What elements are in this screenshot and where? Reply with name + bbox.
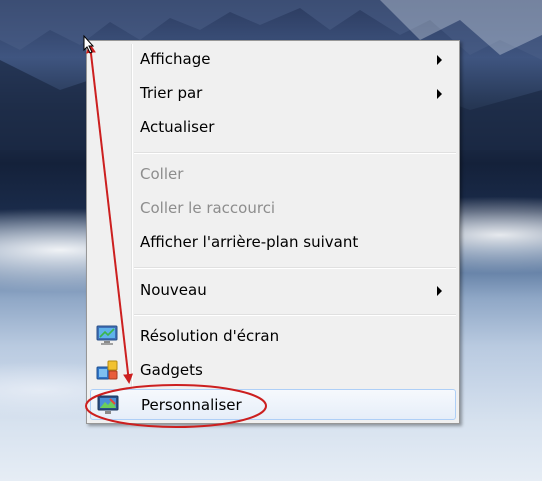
menu-item-label: Coller le raccourci bbox=[140, 199, 276, 217]
menu-item-trier-par[interactable]: Trier par bbox=[90, 78, 456, 109]
menu-item-gadgets[interactable]: Gadgets bbox=[90, 355, 456, 386]
menu-item-label: Affichage bbox=[140, 50, 211, 68]
menu-item-label: Coller bbox=[140, 165, 184, 183]
menu-separator bbox=[134, 152, 456, 154]
menu-item-arriere-plan-suivant[interactable]: Afficher l'arrière-plan suivant bbox=[90, 227, 456, 258]
menu-item-actualiser[interactable]: Actualiser bbox=[90, 112, 456, 143]
menu-item-resolution-ecran[interactable]: Résolution d'écran bbox=[90, 321, 456, 352]
gadgets-icon bbox=[96, 360, 118, 380]
menu-item-label: Personnaliser bbox=[141, 396, 242, 414]
menu-item-label: Gadgets bbox=[140, 361, 203, 379]
submenu-arrow-icon bbox=[437, 89, 442, 99]
menu-item-nouveau[interactable]: Nouveau bbox=[90, 275, 456, 306]
menu-separator bbox=[134, 267, 456, 269]
menu-item-personnaliser[interactable]: Personnaliser bbox=[90, 389, 456, 420]
menu-item-coller[interactable]: Coller bbox=[90, 159, 456, 190]
personalize-icon bbox=[97, 395, 119, 414]
submenu-arrow-icon bbox=[437, 55, 442, 65]
display-icon bbox=[96, 325, 118, 345]
menu-item-label: Actualiser bbox=[140, 118, 215, 136]
menu-item-label: Trier par bbox=[140, 84, 203, 102]
menu-item-label: Afficher l'arrière-plan suivant bbox=[140, 233, 359, 251]
menu-separator bbox=[134, 314, 456, 316]
menu-item-coller-raccourci[interactable]: Coller le raccourci bbox=[90, 193, 456, 224]
menu-item-label: Résolution d'écran bbox=[140, 327, 280, 345]
menu-item-affichage[interactable]: Affichage bbox=[90, 44, 456, 75]
submenu-arrow-icon bbox=[437, 286, 442, 296]
desktop-context-menu: Affichage Trier par Actualiser Coller Co… bbox=[86, 40, 460, 424]
menu-item-label: Nouveau bbox=[140, 281, 207, 299]
